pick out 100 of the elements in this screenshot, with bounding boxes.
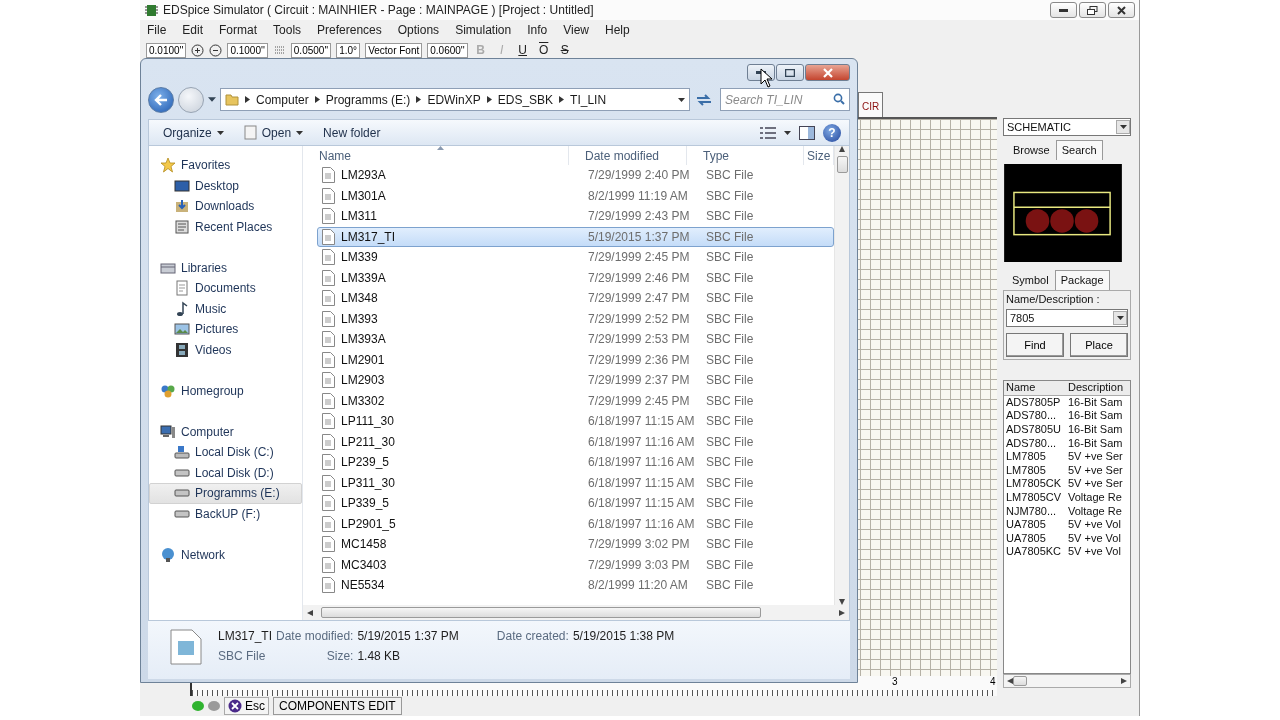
- nav-item[interactable]: Favorites: [149, 155, 302, 176]
- scroll-arrow-icon[interactable]: [1007, 678, 1013, 685]
- file-row[interactable]: LM3302 7/29/1999 2:45 PM SBC File: [317, 390, 834, 411]
- file-row[interactable]: LP2901_5 6/18/1997 11:16 AM SBC File: [317, 513, 834, 534]
- nav-item[interactable]: Computer: [149, 421, 302, 442]
- vertical-scrollbar[interactable]: [834, 146, 849, 605]
- toolbar-button[interactable]: New folder: [317, 123, 387, 142]
- file-row[interactable]: LP311_30 6/18/1997 11:15 AM SBC File: [317, 472, 834, 493]
- file-row[interactable]: LM393 7/29/1999 2:52 PM SBC File: [317, 308, 834, 329]
- tab[interactable]: Search: [1055, 139, 1103, 160]
- column-header[interactable]: Type: [687, 146, 804, 165]
- preview-pane-icon[interactable]: [799, 125, 815, 140]
- value-dropdown[interactable]: 0.1000'': [227, 42, 268, 58]
- action-button[interactable]: Place: [1070, 332, 1128, 357]
- scroll-thumb[interactable]: [321, 607, 761, 618]
- nav-item[interactable]: Programms (E:): [149, 483, 302, 504]
- refresh-icon[interactable]: [694, 91, 714, 108]
- format-button[interactable]: S: [556, 42, 573, 58]
- value-dropdown[interactable]: 0.0600'': [427, 42, 468, 58]
- nav-item[interactable]: Network: [149, 544, 302, 565]
- nav-item[interactable]: Recent Places: [149, 216, 302, 237]
- file-row[interactable]: LM348 7/29/1999 2:47 PM SBC File: [317, 288, 834, 309]
- horizontal-scrollbar[interactable]: [303, 605, 849, 620]
- nav-item[interactable]: Desktop: [149, 175, 302, 196]
- scroll-thumb[interactable]: [1013, 676, 1027, 687]
- menu-item[interactable]: View: [563, 23, 589, 37]
- scroll-thumb[interactable]: [836, 156, 848, 173]
- tab[interactable]: Symbol: [1006, 269, 1055, 290]
- nav-item[interactable]: BackUP (F:): [149, 503, 302, 524]
- menu-item[interactable]: Options: [397, 23, 440, 37]
- file-row[interactable]: NE5534 8/2/1999 11:20 AM SBC File: [317, 575, 834, 596]
- sheet-tab[interactable]: CIR: [858, 92, 884, 117]
- file-row[interactable]: LM293A 7/29/1999 2:40 PM SBC File: [317, 165, 834, 186]
- caret-icon[interactable]: [208, 97, 216, 102]
- value-dropdown[interactable]: 0.0100'': [146, 42, 187, 58]
- file-row[interactable]: LM301A 8/2/1999 11:19 AM SBC File: [317, 185, 834, 206]
- tab[interactable]: Browse: [1007, 139, 1056, 160]
- file-row[interactable]: MC3403 7/29/1999 3:03 PM SBC File: [317, 554, 834, 575]
- toolbar-button[interactable]: Open: [237, 123, 310, 142]
- menu-item[interactable]: File: [147, 23, 167, 37]
- tab[interactable]: Package: [1054, 269, 1110, 290]
- close-button[interactable]: [1108, 2, 1135, 18]
- value-dropdown[interactable]: 1.0°: [336, 42, 361, 58]
- file-row[interactable]: LP111_30 6/18/1997 11:15 AM SBC File: [317, 411, 834, 432]
- restore-button[interactable]: [1079, 2, 1106, 18]
- search-icon[interactable]: [833, 93, 845, 105]
- nav-item[interactable]: Documents: [149, 278, 302, 299]
- toolbar-button[interactable]: Organize: [157, 123, 230, 142]
- menu-item[interactable]: Help: [604, 23, 630, 37]
- file-row[interactable]: LM2903 7/29/1999 2:37 PM SBC File: [317, 370, 834, 391]
- search-combo-box[interactable]: 7805: [1006, 308, 1128, 327]
- nav-item[interactable]: Homegroup: [149, 380, 302, 401]
- menu-item[interactable]: Format: [219, 23, 258, 37]
- chevron-icon[interactable]: [416, 96, 422, 103]
- file-row[interactable]: LP339_5 6/18/1997 11:15 AM SBC File: [317, 493, 834, 514]
- view-list-icon[interactable]: [760, 126, 776, 139]
- column-header[interactable]: Description: [1068, 380, 1126, 395]
- maximize-button[interactable]: [776, 64, 804, 81]
- horizontal-scrollbar[interactable]: [1003, 674, 1131, 688]
- chevron-icon[interactable]: [486, 96, 492, 103]
- format-button[interactable]: U: [514, 42, 531, 58]
- file-row[interactable]: LM2901 7/29/1999 2:36 PM SBC File: [317, 349, 834, 370]
- zoom-out-icon[interactable]: [209, 43, 223, 57]
- scroll-arrow-icon[interactable]: [307, 609, 313, 616]
- action-button[interactable]: Find: [1006, 332, 1064, 357]
- zoom-in-icon[interactable]: [191, 43, 205, 57]
- nav-item[interactable]: Videos: [149, 339, 302, 360]
- back-button[interactable]: [148, 86, 174, 113]
- menu-item[interactable]: Info: [527, 23, 548, 37]
- menu-item[interactable]: Preferences: [317, 23, 382, 37]
- scroll-arrow-icon[interactable]: [839, 146, 845, 152]
- minimize-button[interactable]: [1050, 2, 1077, 18]
- view-dropdown[interactable]: SCHEMATIC: [1003, 118, 1131, 136]
- file-row[interactable]: LM393A 7/29/1999 2:53 PM SBC File: [317, 329, 834, 350]
- file-row[interactable]: LM339 7/29/1999 2:45 PM SBC File: [317, 247, 834, 268]
- file-row[interactable]: LM339A 7/29/1999 2:46 PM SBC File: [317, 267, 834, 288]
- column-header[interactable]: Date modified: [569, 146, 687, 165]
- chevron-icon[interactable]: [314, 96, 320, 103]
- chevron-icon[interactable]: [245, 96, 250, 103]
- menu-item[interactable]: Edit: [182, 23, 204, 37]
- nav-item[interactable]: Music: [149, 298, 302, 319]
- menu-item[interactable]: Simulation: [455, 23, 512, 37]
- file-row[interactable]: LP239_5 6/18/1997 11:16 AM SBC File: [317, 452, 834, 473]
- file-row[interactable]: LM311 7/29/1999 2:43 PM SBC File: [317, 206, 834, 227]
- scroll-arrow-icon[interactable]: [1121, 678, 1127, 685]
- address-bar[interactable]: Computer Programms (E:) EDWinXP EDS_SBK TI_LIN: [220, 88, 690, 111]
- file-row[interactable]: LM317_TI 5/19/2015 1:37 PM SBC File: [317, 226, 834, 247]
- search-field[interactable]: Search TI_LIN: [720, 88, 850, 111]
- file-row[interactable]: LP211_30 6/18/1997 11:16 AM SBC File: [317, 431, 834, 452]
- column-header[interactable]: Name: [1006, 380, 1068, 395]
- file-row[interactable]: MC1458 7/29/1999 3:02 PM SBC File: [317, 534, 834, 555]
- chevron-icon[interactable]: [559, 96, 565, 103]
- dotted-grid-icon[interactable]: [272, 43, 286, 57]
- format-button[interactable]: O: [535, 42, 552, 58]
- nav-item[interactable]: Local Disk (D:): [149, 462, 302, 483]
- nav-item[interactable]: Downloads: [149, 196, 302, 217]
- nav-item[interactable]: Libraries: [149, 257, 302, 278]
- menu-item[interactable]: Tools: [273, 23, 302, 37]
- nav-item[interactable]: Pictures: [149, 319, 302, 340]
- value-dropdown[interactable]: Vector Font: [365, 42, 423, 58]
